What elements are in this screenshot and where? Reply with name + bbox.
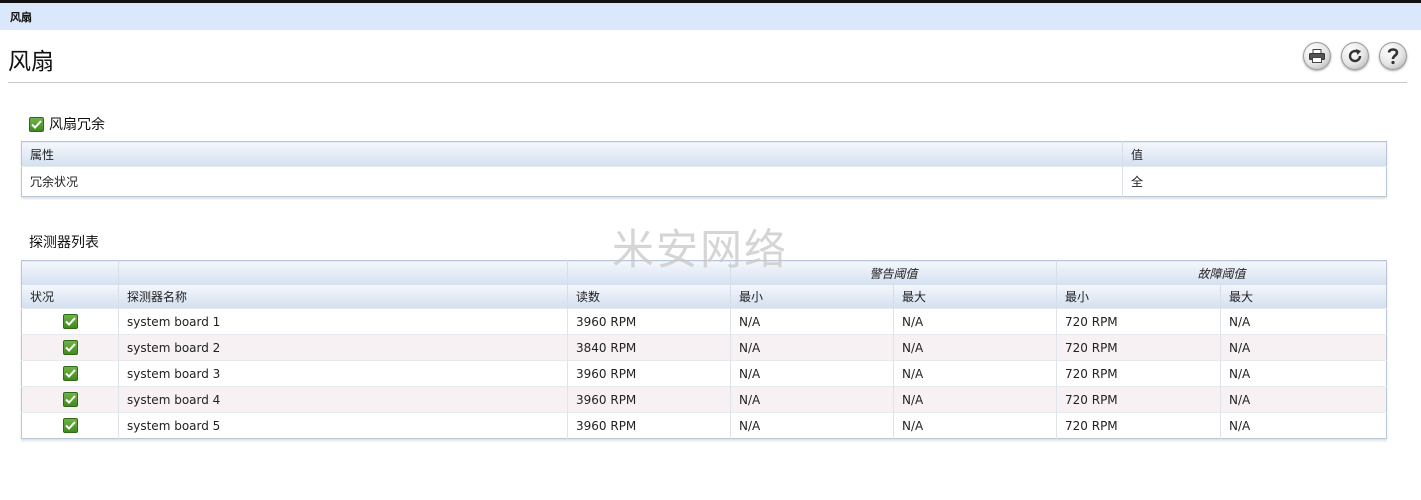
warning-max: N/A (892, 334, 1057, 361)
warning-min: N/A (730, 360, 894, 387)
failure-min: 720 RPM (1056, 334, 1221, 361)
redundancy-heading: 风扇冗余 (29, 114, 105, 134)
warning-min: N/A (730, 386, 894, 413)
check-icon (62, 314, 78, 329)
status-cell (21, 308, 119, 335)
status-cell (21, 412, 119, 439)
status-cell (21, 360, 119, 387)
status-cell (21, 334, 119, 361)
title-divider (8, 82, 1407, 83)
probe-list-heading: 探测器列表 (29, 235, 99, 251)
cell-value: 全 (1122, 166, 1387, 197)
column-header-reading[interactable]: 读数 (567, 285, 731, 309)
print-icon (1309, 49, 1325, 63)
table-header-row: 状况 探测器名称 读数 最小 最大 最小 最大 (21, 285, 1387, 309)
group-header-blank (21, 260, 119, 285)
column-header-failure-min[interactable]: 最小 (1056, 285, 1221, 309)
failure-min: 720 RPM (1056, 360, 1221, 387)
group-header-failure-threshold: 故障阈值 (1056, 260, 1387, 285)
probe-reading: 3960 RPM (567, 412, 731, 439)
page-toolbar (1303, 42, 1407, 70)
failure-min: 720 RPM (1056, 412, 1221, 439)
probe-name: system board 3 (118, 360, 568, 387)
check-icon (62, 392, 78, 407)
table-row: system board 2 3840 RPM N/A N/A 720 RPM … (21, 334, 1387, 361)
table-header-row: 属性 值 (21, 141, 1387, 167)
column-header-property[interactable]: 属性 (21, 141, 1123, 167)
failure-min: 720 RPM (1056, 308, 1221, 335)
failure-max: N/A (1220, 412, 1387, 439)
probe-name: system board 5 (118, 412, 568, 439)
probe-table: 警告阈值 故障阈值 状况 探测器名称 读数 最小 最大 最小 最大 system… (21, 260, 1387, 439)
redundancy-table: 属性 值 冗余状况 全 (21, 141, 1387, 197)
failure-min: 720 RPM (1056, 386, 1221, 413)
table-row: system board 1 3960 RPM N/A N/A 720 RPM … (21, 308, 1387, 335)
check-icon (62, 340, 78, 355)
column-header-warning-max[interactable]: 最大 (892, 285, 1057, 309)
check-icon (62, 418, 78, 433)
page-title: 风扇 (8, 49, 54, 75)
column-header-warning-min[interactable]: 最小 (730, 285, 894, 309)
failure-max: N/A (1220, 334, 1387, 361)
probe-name: system board 2 (118, 334, 568, 361)
failure-max: N/A (1220, 386, 1387, 413)
redundancy-heading-label: 风扇冗余 (49, 117, 105, 133)
status-cell (21, 386, 119, 413)
warning-max: N/A (892, 308, 1057, 335)
cell-property: 冗余状况 (21, 166, 1123, 197)
warning-min: N/A (730, 334, 894, 361)
column-header-probe-name[interactable]: 探测器名称 (118, 285, 568, 309)
warning-min: N/A (730, 308, 894, 335)
print-button[interactable] (1303, 42, 1331, 70)
probe-reading: 3960 RPM (567, 386, 731, 413)
window-titlebar: 风扇 (0, 0, 1421, 30)
warning-max: N/A (892, 412, 1057, 439)
table-row: system board 3 3960 RPM N/A N/A 720 RPM … (21, 360, 1387, 387)
probe-reading: 3960 RPM (567, 308, 731, 335)
failure-max: N/A (1220, 360, 1387, 387)
failure-max: N/A (1220, 308, 1387, 335)
watermark-text: 米安网络 (612, 225, 789, 274)
table-row: system board 5 3960 RPM N/A N/A 720 RPM … (21, 412, 1387, 439)
warning-min: N/A (730, 412, 894, 439)
refresh-button[interactable] (1341, 42, 1369, 70)
warning-max: N/A (892, 386, 1057, 413)
help-icon (1387, 48, 1399, 65)
column-header-value[interactable]: 值 (1122, 141, 1387, 167)
probe-name: system board 4 (118, 386, 568, 413)
probe-name: system board 1 (118, 308, 568, 335)
group-header-blank (118, 260, 568, 285)
probe-reading: 3840 RPM (567, 334, 731, 361)
column-header-failure-max[interactable]: 最大 (1220, 285, 1387, 309)
check-icon (62, 366, 78, 381)
help-button[interactable] (1379, 42, 1407, 70)
window-title: 风扇 (10, 11, 32, 24)
warning-max: N/A (892, 360, 1057, 387)
probe-reading: 3960 RPM (567, 360, 731, 387)
refresh-icon (1348, 49, 1362, 63)
table-row: system board 4 3960 RPM N/A N/A 720 RPM … (21, 386, 1387, 413)
table-row: 冗余状况 全 (21, 166, 1387, 197)
check-icon (29, 116, 44, 132)
column-header-status[interactable]: 状况 (21, 285, 119, 309)
